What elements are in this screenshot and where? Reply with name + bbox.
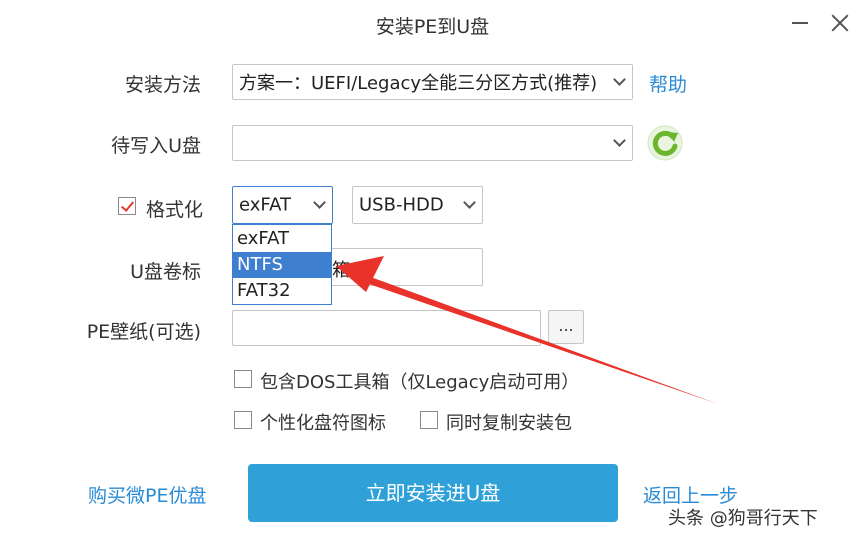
format-label: 格式化 xyxy=(146,199,204,221)
minimize-icon[interactable] xyxy=(792,22,808,24)
copy-package-label: 同时复制安装包 xyxy=(446,413,572,434)
window-title: 安装PE到U盘 xyxy=(375,16,490,38)
chevron-down-icon xyxy=(313,196,326,209)
target-disk-label: 待写入U盘 xyxy=(111,135,201,157)
chevron-down-icon xyxy=(613,73,626,86)
filesystem-select[interactable]: exFAT xyxy=(232,186,333,224)
filesystem-option-exfat[interactable]: exFAT xyxy=(233,226,331,252)
browse-button[interactable]: ... xyxy=(548,310,584,344)
title-bar: 安装PE到U盘 xyxy=(0,0,865,46)
custom-icon-label: 个性化盘符图标 xyxy=(260,413,386,434)
volume-label-value: 箱 xyxy=(332,260,350,281)
dos-tools-label: 包含DOS工具箱（仅Legacy启动可用） xyxy=(260,372,580,393)
install-method-select[interactable]: 方案一：UEFI/Legacy全能三分区方式(推荐) xyxy=(232,64,633,100)
buy-usb-link[interactable]: 购买微PE优盘 xyxy=(88,481,206,508)
boot-mode-value: USB-HDD xyxy=(359,194,444,216)
install-method-label: 安装方法 xyxy=(124,74,201,96)
boot-mode-select[interactable]: USB-HDD xyxy=(352,186,483,224)
chevron-down-icon xyxy=(613,134,626,147)
volume-label-label: U盘卷标 xyxy=(130,261,201,283)
wallpaper-label: PE壁纸(可选) xyxy=(86,321,201,343)
close-icon[interactable] xyxy=(828,11,852,35)
install-method-value: 方案一：UEFI/Legacy全能三分区方式(推荐) xyxy=(239,73,598,94)
watermark-text: 头条 @狗哥行天下 xyxy=(668,508,818,529)
help-link[interactable]: 帮助 xyxy=(649,70,687,97)
chevron-down-icon xyxy=(463,196,476,209)
filesystem-option-ntfs[interactable]: NTFS xyxy=(233,252,331,278)
dos-tools-checkbox[interactable] xyxy=(234,370,252,388)
target-disk-select[interactable] xyxy=(232,125,633,161)
filesystem-value: exFAT xyxy=(239,194,292,216)
filesystem-option-fat32[interactable]: FAT32 xyxy=(233,278,331,304)
custom-icon-checkbox[interactable] xyxy=(234,411,252,429)
install-button[interactable]: 立即安装进U盘 xyxy=(248,464,618,522)
refresh-icon[interactable] xyxy=(646,124,684,162)
copy-package-checkbox[interactable] xyxy=(420,411,438,429)
filesystem-dropdown-list: exFAT NTFS FAT32 xyxy=(232,224,332,305)
format-checkbox[interactable] xyxy=(118,197,136,215)
wallpaper-input[interactable] xyxy=(232,310,541,346)
